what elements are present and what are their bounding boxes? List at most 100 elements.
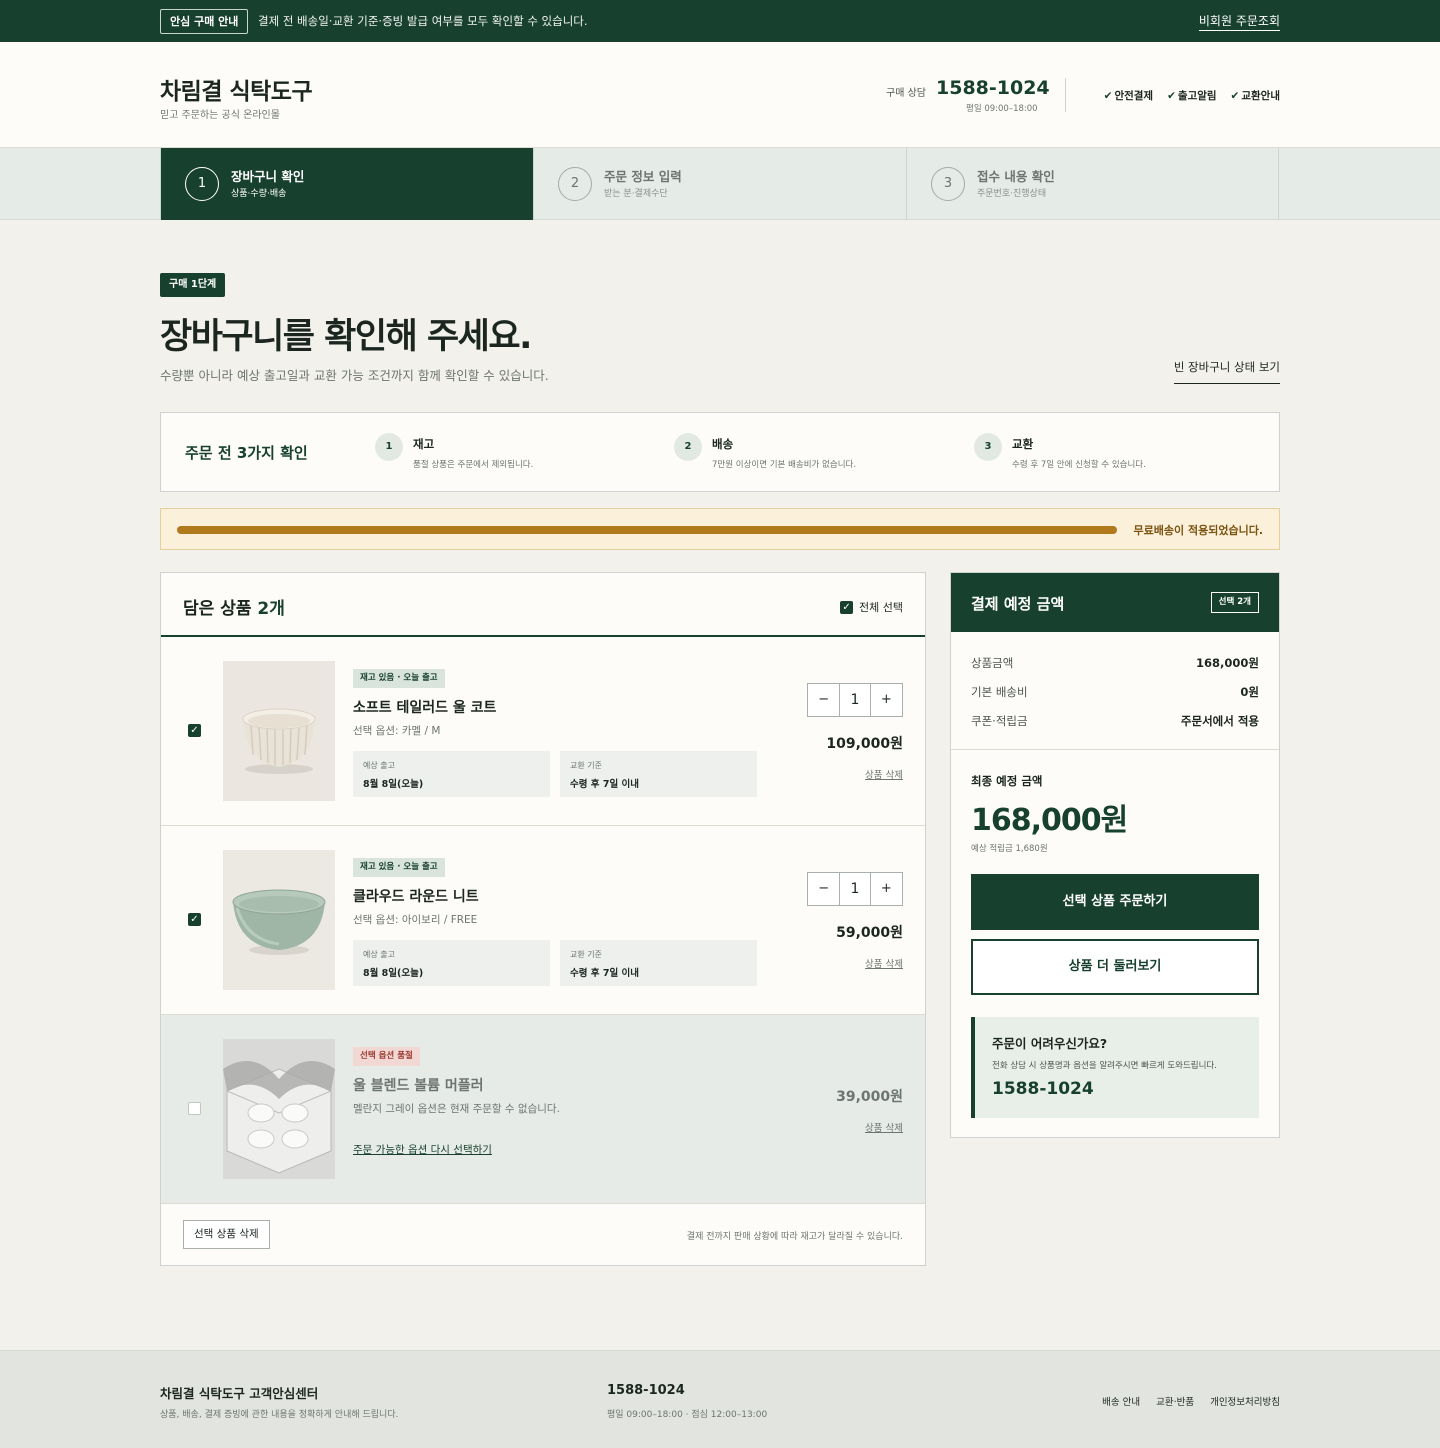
pre-order-check-panel: 주문 전 3가지 확인 1 재고 품절 상품은 주문에서 제외됩니다. 2 배송… <box>160 412 1280 492</box>
trust-check-label: 안전결제 <box>1114 90 1154 102</box>
cart-title-label: 담은 상품 <box>183 599 252 619</box>
cart-item: ✓ 재고 있음 · 오늘 출고 소프트 테일러드 울 코트 선택 옵션: 카멜 … <box>161 637 925 826</box>
product-name[interactable]: 울 블렌드 볼륨 머플러 <box>353 1075 484 1095</box>
reselect-option-link[interactable]: 주문 가능한 옵션 다시 선택하기 <box>353 1142 492 1157</box>
item-price: 59,000원 <box>836 925 903 941</box>
help-phone: 1588-1024 <box>992 1079 1094 1099</box>
guest-order-lookup-link[interactable]: 비회원 주문조회 <box>1198 12 1280 31</box>
exchange-policy-value: 수령 후 7일 이내 <box>570 779 639 790</box>
bowl-celadon-image <box>223 850 335 990</box>
delete-selected-button[interactable]: 선택 상품 삭제 <box>183 1220 270 1249</box>
delete-item-link[interactable]: 상품 삭제 <box>865 1120 903 1134</box>
summary-divider <box>951 749 1279 750</box>
item-price: 39,000원 <box>836 1089 903 1105</box>
product-name[interactable]: 클라우드 라운드 니트 <box>353 886 479 906</box>
footer-links: 배송 안내 교환·반품 개인정보처리방침 <box>1102 1394 1280 1408</box>
select-all-checkbox[interactable]: ✓ <box>840 600 854 614</box>
quantity-stepper: − 1 + <box>807 683 903 717</box>
selected-count-badge: 선택 2개 <box>1210 592 1259 613</box>
product-name[interactable]: 소프트 테일러드 울 코트 <box>353 697 496 717</box>
step-subtitle: 받는 분·결제수단 <box>604 189 668 199</box>
cart-item-sold-out: 선택 옵션 품절 울 블렌드 볼륨 머플러 멜란지 그레이 옵션은 현재 주문할… <box>161 1015 925 1204</box>
quantity-value[interactable]: 1 <box>839 873 871 905</box>
item-price: 109,000원 <box>826 736 903 752</box>
phone-hours: 평일 09:00–18:00 <box>966 104 1038 114</box>
site-footer: 차림결 식탁도구 고객안심센터 상품, 배송, 결제 증빙에 관한 내용을 정확… <box>0 1350 1440 1448</box>
quantity-value[interactable]: 1 <box>839 684 871 716</box>
order-selected-button[interactable]: 선택 상품 주문하기 <box>971 874 1259 930</box>
decrease-button[interactable]: − <box>808 684 839 716</box>
item-checkbox[interactable]: ✓ <box>188 724 201 737</box>
page-title: 장바구니를 확인해 주세요. <box>160 317 532 357</box>
step-subtitle: 상품·수량·배송 <box>231 189 287 199</box>
checkout-steps: 1 장바구니 확인 상품·수량·배송 2 주문 정보 입력 받는 분·결제수단 … <box>0 148 1440 220</box>
help-box: 주문이 어려우신가요? 전화 상담 시 상품명과 옵션을 알려주시면 빠르게 도… <box>971 1017 1259 1118</box>
ship-date-box: 예상 출고 8월 8일(오늘) <box>353 940 550 986</box>
delete-item-link[interactable]: 상품 삭제 <box>865 956 903 970</box>
increase-button[interactable]: + <box>871 684 902 716</box>
summary-line-label: 상품금액 <box>971 656 1014 670</box>
exchange-policy-box: 교환 기준 수령 후 7일 이내 <box>560 940 757 986</box>
check-icon: ✔ <box>1167 90 1176 102</box>
check-panel-title: 주문 전 3가지 확인 <box>185 444 308 462</box>
shipping-progress-fill <box>177 526 1117 534</box>
site-header: 차림결 식탁도구 믿고 주문하는 공식 온라인몰 구매 상담 1588-1024… <box>0 42 1440 148</box>
safe-purchase-badge: 안심 구매 안내 <box>160 9 249 34</box>
phone-label: 구매 상담 <box>886 88 926 99</box>
payment-summary: 결제 예정 금액 선택 2개 상품금액 168,000원 기본 배송비 0원 쿠… <box>950 572 1280 1138</box>
check-item-title: 재고 <box>413 437 435 451</box>
select-all-label: 전체 선택 <box>859 601 903 614</box>
ship-date-label: 예상 출고 <box>363 950 395 959</box>
check-item-desc: 품절 상품은 주문에서 제외됩니다. <box>413 460 534 470</box>
check-item-title: 교환 <box>1012 437 1034 451</box>
summary-line-value: 168,000원 <box>1196 656 1259 670</box>
trust-check-exchange: ✔ 교환안내 <box>1231 88 1280 103</box>
gift-set-image <box>223 1039 335 1179</box>
stock-status-badge: 재고 있음 · 오늘 출고 <box>353 669 445 688</box>
final-amount: 168,000원 <box>971 803 1128 838</box>
footer-link-returns[interactable]: 교환·반품 <box>1156 1394 1194 1408</box>
top-notice-bar: 안심 구매 안내 결제 전 배송일·교환 기준·증빙 발급 여부를 모두 확인할… <box>0 0 1440 42</box>
decrease-button[interactable]: − <box>808 873 839 905</box>
delete-item-link[interactable]: 상품 삭제 <box>865 767 903 781</box>
ship-date-value: 8월 8일(오늘) <box>363 968 424 979</box>
trust-check-shipping: ✔ 출고알림 <box>1167 88 1216 103</box>
footer-link-privacy[interactable]: 개인정보처리방침 <box>1210 1394 1280 1408</box>
footer-center-name: 차림결 식탁도구 고객안심센터 <box>160 1386 319 1401</box>
help-title: 주문이 어려우신가요? <box>992 1036 1108 1051</box>
ship-date-label: 예상 출고 <box>363 761 395 770</box>
cart-header: 담은 상품 2개 ✓ 전체 선택 <box>161 573 925 637</box>
brand-logo[interactable]: 차림결 식탁도구 <box>160 72 313 106</box>
step-subtitle: 주문번호·진행상태 <box>977 189 1047 199</box>
step-confirmation: 3 접수 내용 확인 주문번호·진행상태 <box>906 148 1279 220</box>
continue-shopping-button[interactable]: 상품 더 둘러보기 <box>971 939 1259 995</box>
increase-button[interactable]: + <box>871 873 902 905</box>
notice-message: 결제 전 배송일·교환 기준·증빙 발급 여부를 모두 확인할 수 있습니다. <box>258 14 588 28</box>
step-number: 3 <box>931 167 965 201</box>
check-item-desc: 7만원 이상이면 기본 배송비가 없습니다. <box>712 460 857 470</box>
final-amount-label: 최종 예정 금액 <box>971 774 1043 788</box>
step-title: 장바구니 확인 <box>231 169 305 184</box>
footer-link-shipping[interactable]: 배송 안내 <box>1102 1394 1140 1408</box>
header-divider <box>1065 78 1066 112</box>
ship-date-box: 예상 출고 8월 8일(오늘) <box>353 751 550 797</box>
empty-cart-link[interactable]: 빈 장바구니 상태 보기 <box>1173 359 1280 384</box>
ship-date-value: 8월 8일(오늘) <box>363 779 424 790</box>
step-cart: 1 장바구니 확인 상품·수량·배송 <box>160 148 533 220</box>
check-item-number: 3 <box>974 433 1002 461</box>
check-item-number: 2 <box>674 433 702 461</box>
item-checkbox[interactable]: ✓ <box>188 913 201 926</box>
stock-footnote: 결제 전까지 판매 상황에 따라 재고가 달라질 수 있습니다. <box>686 1232 903 1242</box>
step-number: 1 <box>185 167 219 201</box>
footer-phone: 1588-1024 <box>607 1383 685 1398</box>
summary-line-label: 쿠폰·적립금 <box>971 714 1028 728</box>
free-shipping-bar: 무료배송이 적용되었습니다. <box>160 508 1280 550</box>
trust-check-payment: ✔ 안전결제 <box>1104 88 1153 103</box>
help-description: 전화 상담 시 상품명과 옵션을 알려주시면 빠르게 도와드립니다. <box>992 1061 1217 1071</box>
exchange-policy-box: 교환 기준 수령 후 7일 이내 <box>560 751 757 797</box>
select-all-toggle[interactable]: ✓ 전체 선택 <box>840 599 903 615</box>
exchange-policy-value: 수령 후 7일 이내 <box>570 968 639 979</box>
cart-title: 담은 상품 2개 <box>183 594 285 619</box>
sold-out-badge: 선택 옵션 품절 <box>353 1047 420 1066</box>
step-number: 2 <box>558 167 592 201</box>
